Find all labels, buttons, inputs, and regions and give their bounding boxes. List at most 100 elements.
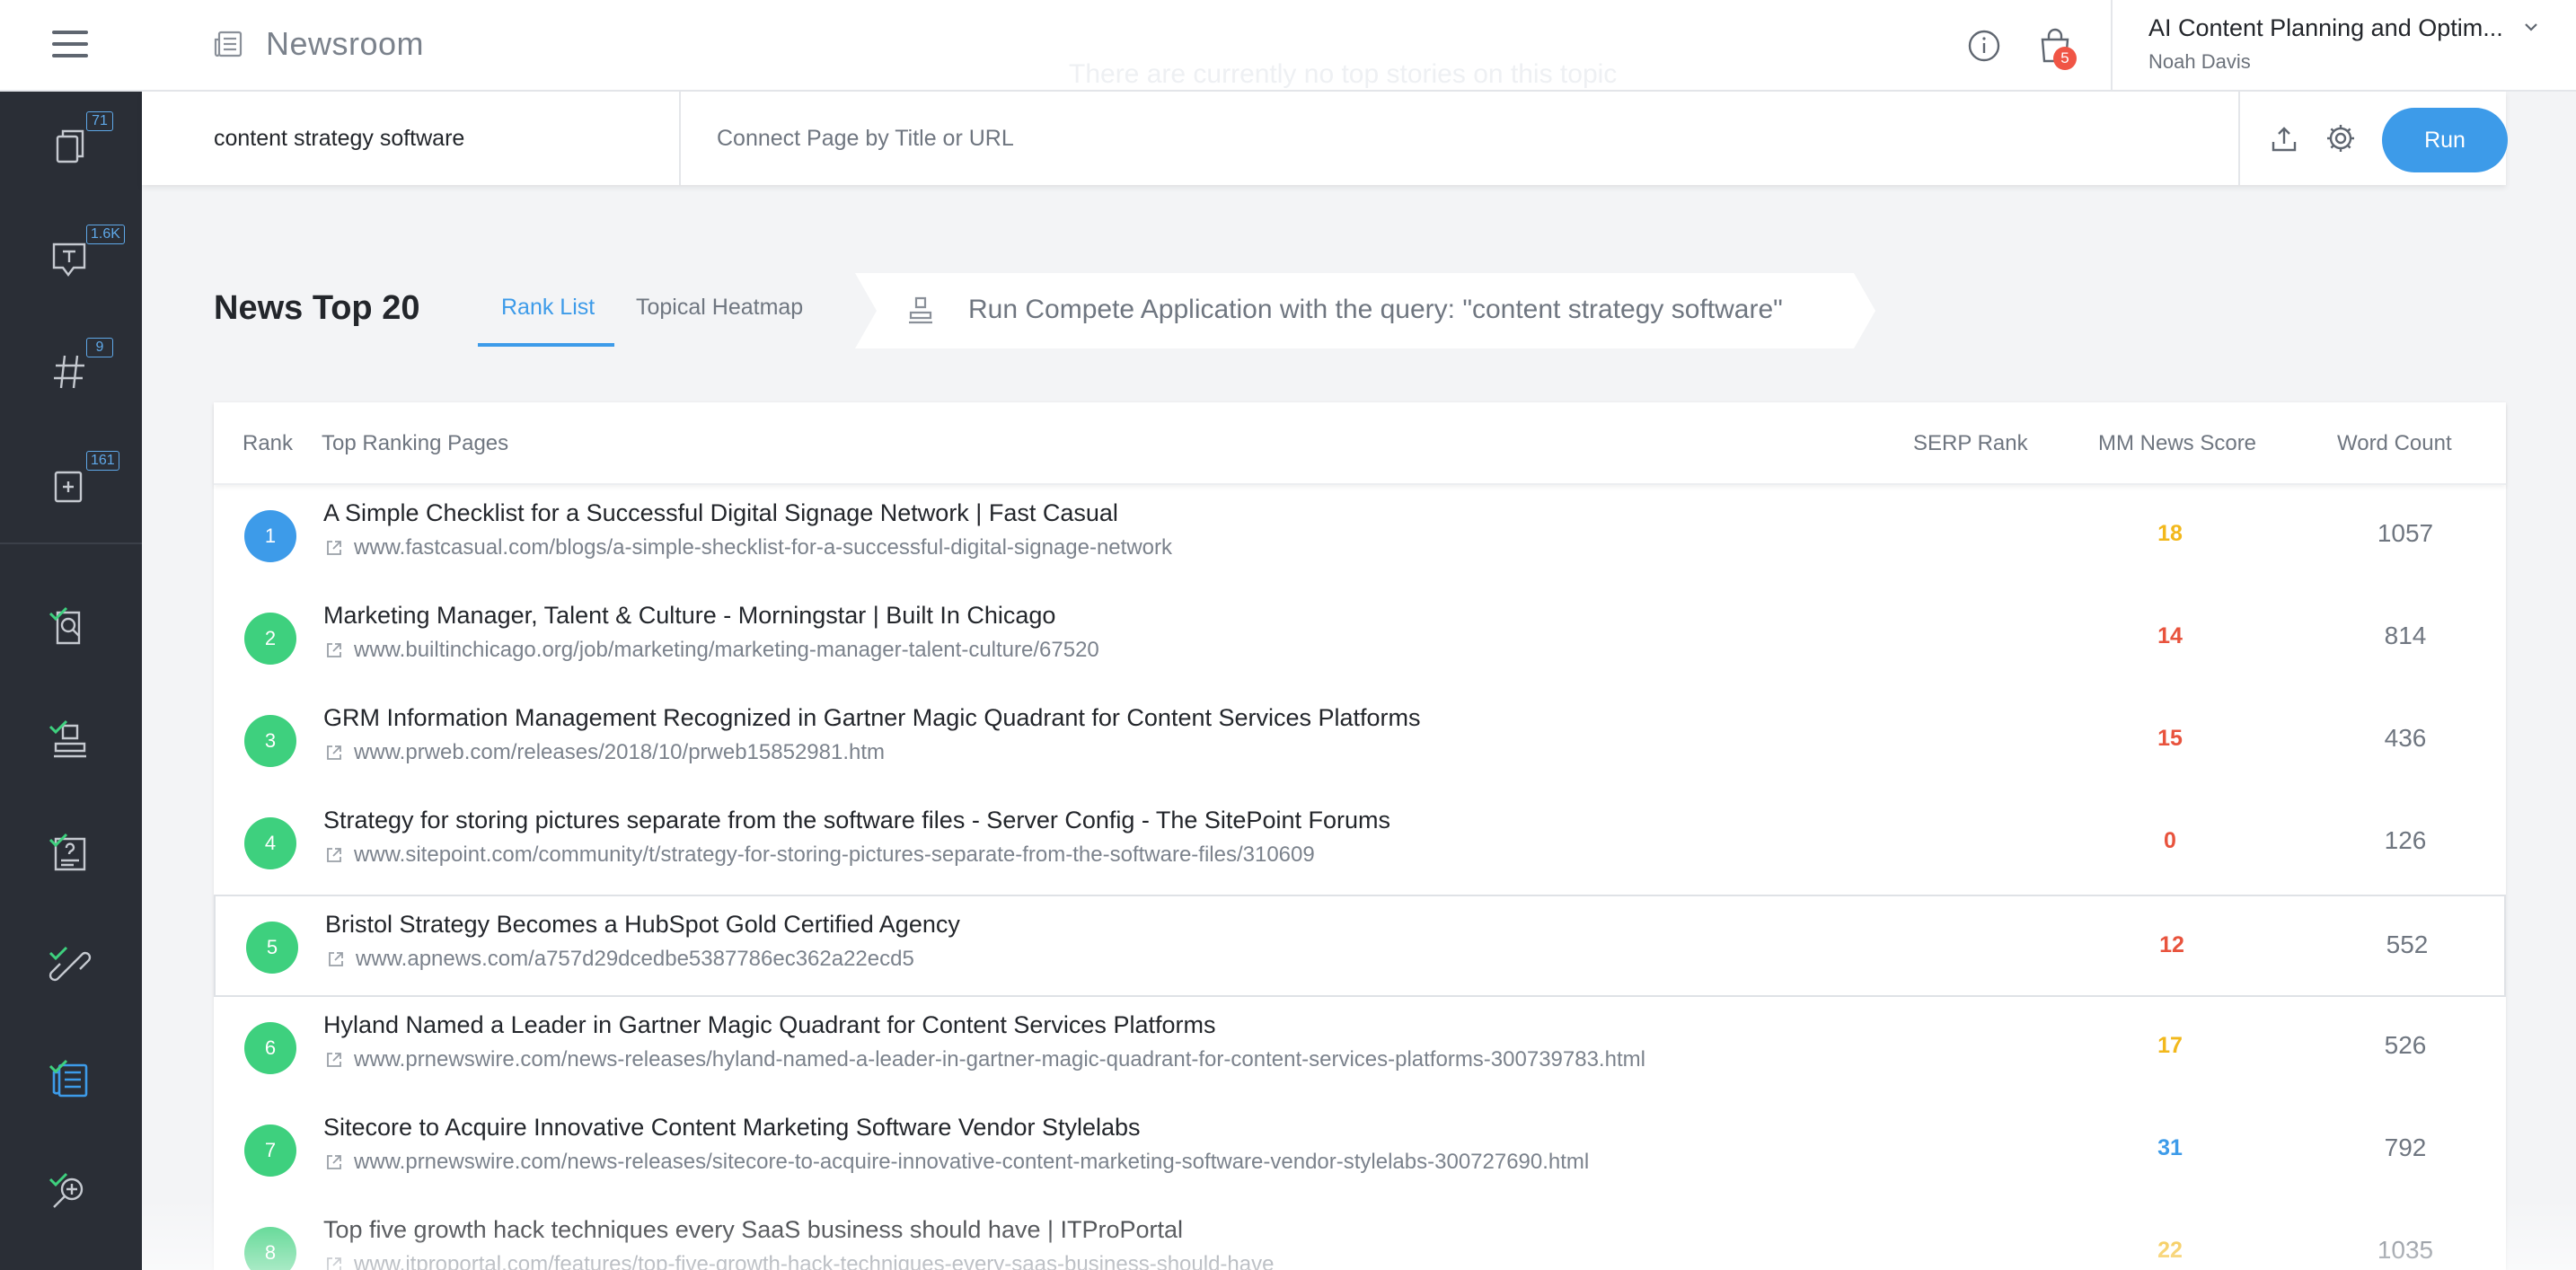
sidebar-item-add-page[interactable]: 161 [0, 431, 142, 544]
table-row[interactable]: 3 GRM Information Management Recognized i… [214, 690, 2506, 792]
app-sidebar: 71 1.6K 9 161 [0, 92, 142, 1270]
page-url-input[interactable] [717, 92, 2082, 185]
compete-banner-text: Run Compete Application with the query: … [968, 295, 1783, 324]
page-url-link[interactable]: www.prnewswire.com/news-releases/hyland-… [354, 1047, 1645, 1072]
word-count-value: 526 [2384, 1031, 2427, 1059]
sidebar-item-questions[interactable] [0, 799, 142, 913]
export-icon[interactable] [2269, 124, 2299, 154]
page-title-text: Top five growth hack techniques every Sa… [323, 1216, 1184, 1243]
user-name: Noah Davis [2148, 50, 2251, 73]
page-title-text: Hyland Named a Leader in Gartner Magic Q… [323, 1011, 1216, 1038]
check-icon [49, 1172, 68, 1187]
word-count-value: 552 [2386, 930, 2429, 958]
column-header-serp-rank[interactable]: SERP Rank [1913, 431, 2028, 456]
column-header-rank[interactable]: Rank [243, 431, 293, 456]
mm-news-score-value: 0 [2164, 828, 2176, 853]
project-selector[interactable]: AI Content Planning and Optim... [2148, 14, 2503, 42]
page-url-link[interactable]: www.itproportal.com/features/top-five-gr… [354, 1252, 1274, 1270]
tab-topical-heatmap[interactable]: Topical Heatmap [636, 295, 803, 321]
rank-badge: 8 [244, 1227, 296, 1270]
external-link-icon[interactable] [325, 1153, 343, 1171]
menu-icon[interactable] [52, 31, 88, 59]
gear-icon[interactable] [2325, 122, 2357, 154]
table-row[interactable]: 5 Bristol Strategy Becomes a HubSpot Gold… [214, 895, 2506, 997]
table-row[interactable]: 6 Hyland Named a Leader in Gartner Magic … [214, 997, 2506, 1099]
header-divider [2111, 0, 2113, 92]
sidebar-divider [0, 542, 142, 544]
check-icon [49, 719, 68, 735]
page-title-text: GRM Information Management Recognized in… [323, 704, 1421, 731]
table-row[interactable]: 1 A Simple Checklist for a Successful Dig… [214, 485, 2506, 587]
page-url-link[interactable]: www.builtinchicago.org/job/marketing/mar… [354, 638, 1099, 663]
rank-badge: 2 [244, 613, 296, 665]
page-url-link[interactable]: www.prnewswire.com/news-releases/sitecor… [354, 1150, 1589, 1175]
rank-badge: 7 [244, 1124, 296, 1177]
pages-icon [56, 129, 84, 163]
active-tab-indicator [478, 343, 614, 347]
page-title-text: Strategy for storing pictures separate f… [323, 807, 1390, 833]
page-url-link[interactable]: www.prweb.com/releases/2018/10/prweb1585… [354, 740, 885, 765]
hashtag-icon [54, 355, 84, 389]
sidebar-item-search-analysis[interactable] [0, 1139, 142, 1252]
empty-stories-message: There are currently no top stories on th… [1069, 59, 1618, 89]
app-title: Newsroom [266, 25, 425, 62]
word-count-value: 792 [2384, 1133, 2427, 1161]
mm-news-score-value: 12 [2159, 932, 2184, 957]
external-link-icon[interactable] [325, 1051, 343, 1069]
sidebar-item-hashtags[interactable]: 9 [0, 318, 142, 431]
page-title-text: Marketing Manager, Talent & Culture - Mo… [323, 602, 1056, 629]
page-url-link[interactable]: www.sitepoint.com/community/t/strategy-f… [354, 842, 1315, 868]
sidebar-item-compete[interactable] [0, 686, 142, 799]
rank-badge: 5 [246, 922, 298, 974]
word-count-value: 1035 [2377, 1236, 2434, 1264]
external-link-icon[interactable] [325, 846, 343, 864]
query-divider [679, 92, 681, 185]
newspaper-icon [214, 31, 243, 57]
page-url-link[interactable]: www.apnews.com/a757d29dcedbe5387786ec362… [356, 947, 914, 972]
column-header-pages: Top Ranking Pages [322, 431, 509, 455]
page-title-text: A Simple Checklist for a Successful Digi… [323, 499, 1118, 526]
sidebar-item-newsroom[interactable] [0, 1026, 142, 1139]
external-link-icon[interactable] [325, 641, 343, 659]
sidebar-item-research[interactable] [0, 573, 142, 686]
chevron-down-icon[interactable] [2524, 22, 2538, 32]
tab-rank-list[interactable]: Rank List [501, 295, 595, 321]
check-icon [49, 833, 68, 848]
rank-badge: 4 [244, 817, 296, 869]
table-row[interactable]: 2 Marketing Manager, Talent & Culture - M… [214, 587, 2506, 690]
external-link-icon[interactable] [325, 539, 343, 557]
run-button[interactable]: Run [2382, 108, 2508, 172]
mm-news-score-value: 15 [2157, 726, 2183, 751]
sidebar-count-badge: 161 [86, 451, 119, 471]
sidebar-count-badge: 9 [86, 338, 113, 357]
table-row[interactable]: 7 Sitecore to Acquire Innovative Content … [214, 1099, 2506, 1202]
run-compete-banner[interactable]: Run Compete Application with the query: … [855, 273, 1875, 348]
rank-badge: 3 [244, 715, 296, 767]
word-count-value: 436 [2384, 724, 2427, 752]
keyword-input[interactable] [214, 92, 753, 185]
external-link-icon[interactable] [327, 950, 345, 968]
rank-table: Rank Top Ranking Pages SERP Rank MM News… [214, 402, 2506, 1270]
sidebar-item-topics[interactable]: 1.6K [0, 205, 142, 318]
external-link-icon[interactable] [325, 744, 343, 762]
column-header-mm-news-score[interactable]: MM News Score [2098, 431, 2256, 456]
external-link-icon[interactable] [325, 1256, 343, 1270]
page-title-text: Sitecore to Acquire Innovative Content M… [323, 1114, 1141, 1141]
check-icon [49, 1059, 68, 1074]
column-header-word-count[interactable]: Word Count [2337, 431, 2452, 456]
page-title-text: Bristol Strategy Becomes a HubSpot Gold … [325, 911, 960, 938]
check-icon [49, 606, 68, 622]
word-count-value: 126 [2384, 826, 2427, 854]
table-row[interactable]: 8 Top five growth hack techniques every S… [214, 1202, 2506, 1270]
word-count-value: 814 [2384, 622, 2427, 649]
sidebar-count-badge: 1.6K [86, 225, 125, 244]
add-page-icon [54, 471, 83, 503]
mm-news-score-value: 17 [2157, 1033, 2183, 1058]
compete-icon [909, 296, 932, 324]
table-row[interactable]: 4 Strategy for storing pictures separate … [214, 792, 2506, 895]
mm-news-score-value: 18 [2157, 521, 2183, 546]
sidebar-item-pages[interactable]: 71 [0, 92, 142, 205]
page-url-link[interactable]: www.fastcasual.com/blogs/a-simple-sheckl… [354, 535, 1172, 560]
sidebar-item-links[interactable] [0, 913, 142, 1026]
info-icon[interactable] [1967, 29, 2001, 63]
